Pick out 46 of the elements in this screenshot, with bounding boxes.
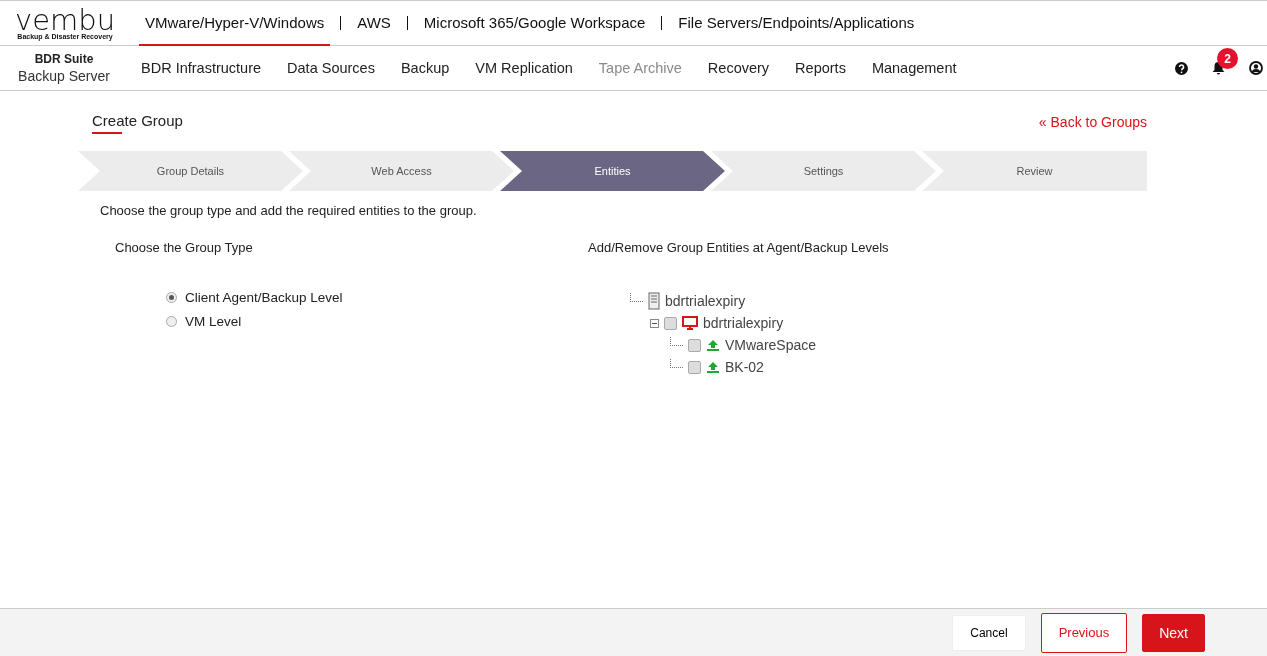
logo-wordmark: vembu (14, 6, 115, 33)
nav-item[interactable]: Recovery (707, 60, 770, 76)
wizard-step[interactable]: Entities (500, 151, 725, 191)
checkbox[interactable] (688, 360, 701, 374)
tree-node-label[interactable]: bdrtrialexpiry (703, 315, 784, 331)
nav-item[interactable]: BDR Infrastructure (141, 60, 262, 76)
tree-node-label[interactable]: VMwareSpace (725, 337, 817, 353)
section-heading: Choose the Group Type (115, 240, 254, 255)
wizard-step[interactable]: Web Access (289, 151, 514, 191)
nav-item[interactable]: Management (871, 60, 957, 76)
product-name: Backup Server (18, 68, 110, 84)
radio-label[interactable]: Client Agent/Backup Level (185, 290, 343, 305)
radio-button[interactable] (166, 316, 177, 327)
product-suite: BDR Suite (33, 51, 95, 68)
product-tab[interactable]: File Servers/Endpoints/Applications (672, 1, 921, 46)
upload-icon (706, 338, 720, 352)
wizard-step[interactable]: Group Details (78, 151, 303, 191)
collapse-icon[interactable] (650, 318, 659, 328)
radio-label[interactable]: VM Level (185, 314, 242, 329)
back-link[interactable]: « Back to Groups (1038, 114, 1147, 130)
tree-node-label[interactable]: bdrtrialexpiry (665, 293, 746, 309)
product-tab[interactable]: Microsoft 365/Google Workspace (417, 1, 652, 46)
instruction-text: Choose the group type and add the required entities to the group. (100, 203, 478, 218)
notification-badge: 2 (1217, 48, 1238, 69)
section-heading: Add/Remove Group Entities at Agent/Backup Levels (588, 240, 890, 255)
checkbox[interactable] (664, 316, 677, 330)
help-icon (1175, 61, 1188, 75)
product-tab[interactable]: AWS (351, 1, 397, 46)
monitor-icon (682, 316, 698, 330)
page-title: Create Group (92, 112, 183, 132)
tree-node-label[interactable]: BK-02 (725, 359, 764, 375)
cancel-button[interactable]: Cancel (952, 614, 1026, 651)
previous-button[interactable]: Previous (1040, 612, 1128, 653)
user-icon (1249, 61, 1263, 75)
nav-item[interactable]: VM Replication (475, 60, 573, 76)
next-button[interactable]: Next (1142, 613, 1205, 652)
product-tab[interactable]: VMware/Hyper-V/Windows (139, 1, 331, 46)
nav-item[interactable]: Reports (795, 60, 846, 76)
upload-icon (706, 360, 720, 374)
wizard-step[interactable]: Settings (711, 151, 936, 191)
wizard-step[interactable]: Review (922, 151, 1147, 191)
checkbox[interactable] (688, 338, 701, 352)
radio-button[interactable] (166, 292, 177, 303)
server-icon (648, 292, 660, 310)
nav-item[interactable]: Backup (400, 60, 450, 76)
nav-item[interactable]: Data Sources (287, 60, 375, 76)
